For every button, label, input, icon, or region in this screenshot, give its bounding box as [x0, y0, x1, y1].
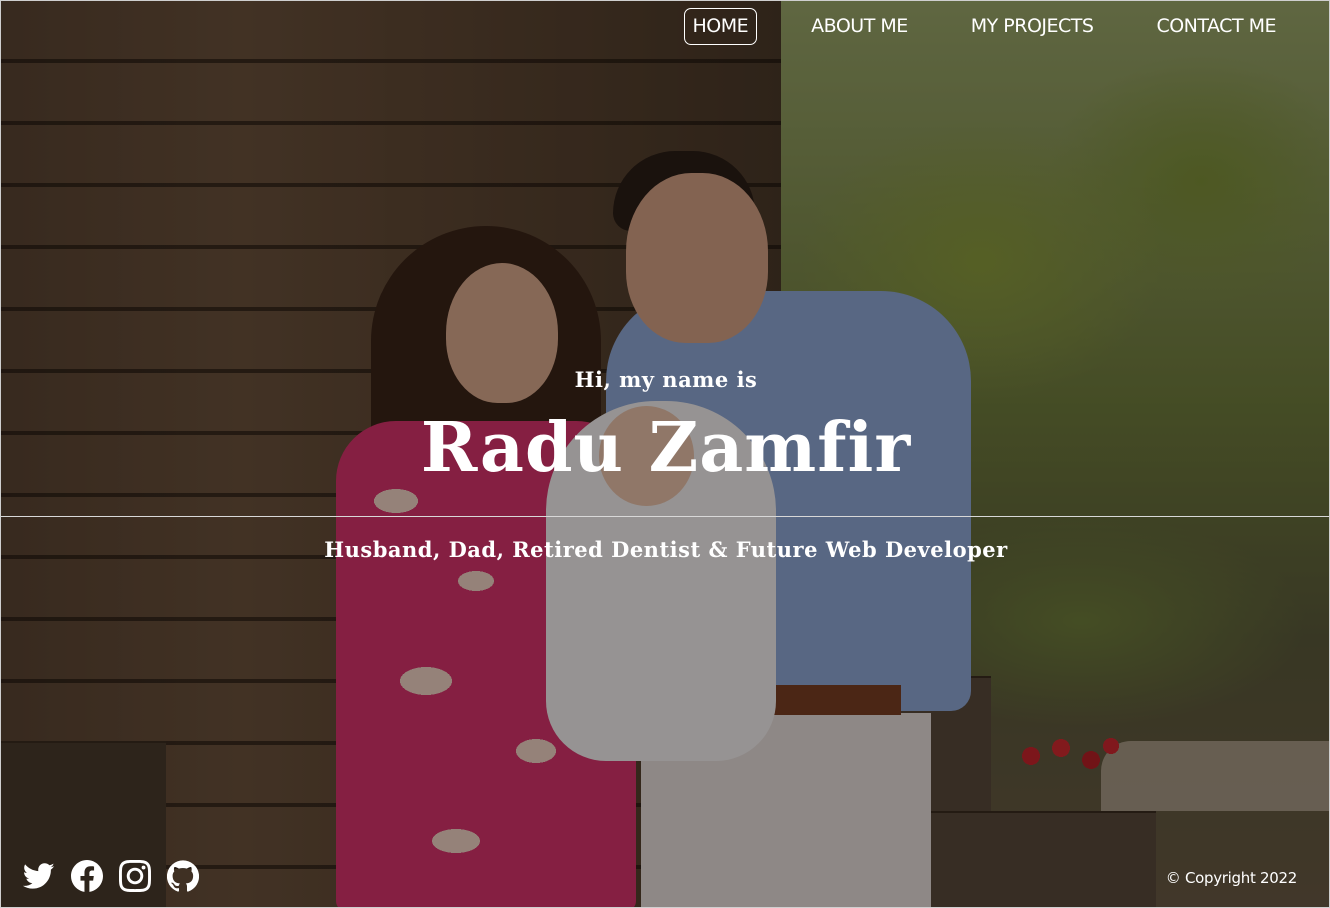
facebook-icon [71, 860, 103, 892]
nav-about-link[interactable]: ABOUT ME [802, 8, 917, 45]
instagram-icon [119, 860, 151, 892]
horizontal-divider [1, 516, 1329, 517]
hero-greeting: Hi, my name is [574, 367, 758, 392]
github-icon [167, 860, 199, 892]
hero-name: Radu Zamfir [420, 408, 912, 488]
nav-home-link[interactable]: HOME [683, 8, 758, 45]
social-links [23, 860, 199, 892]
instagram-link[interactable] [119, 860, 151, 892]
facebook-link[interactable] [71, 860, 103, 892]
copyright-text: © Copyright 2022 [1165, 869, 1298, 887]
twitter-link[interactable] [23, 860, 55, 892]
hero-section: HOME ABOUT ME MY PROJECTS CONTACT ME Hi,… [0, 0, 1330, 908]
nav-projects-link[interactable]: MY PROJECTS [962, 8, 1103, 45]
github-link[interactable] [167, 860, 199, 892]
hero-tagline: Husband, Dad, Retired Dentist & Future W… [324, 537, 1008, 562]
twitter-icon [23, 863, 55, 889]
nav-contact-link[interactable]: CONTACT ME [1147, 8, 1285, 45]
main-navigation: HOME ABOUT ME MY PROJECTS CONTACT ME [683, 8, 1286, 45]
